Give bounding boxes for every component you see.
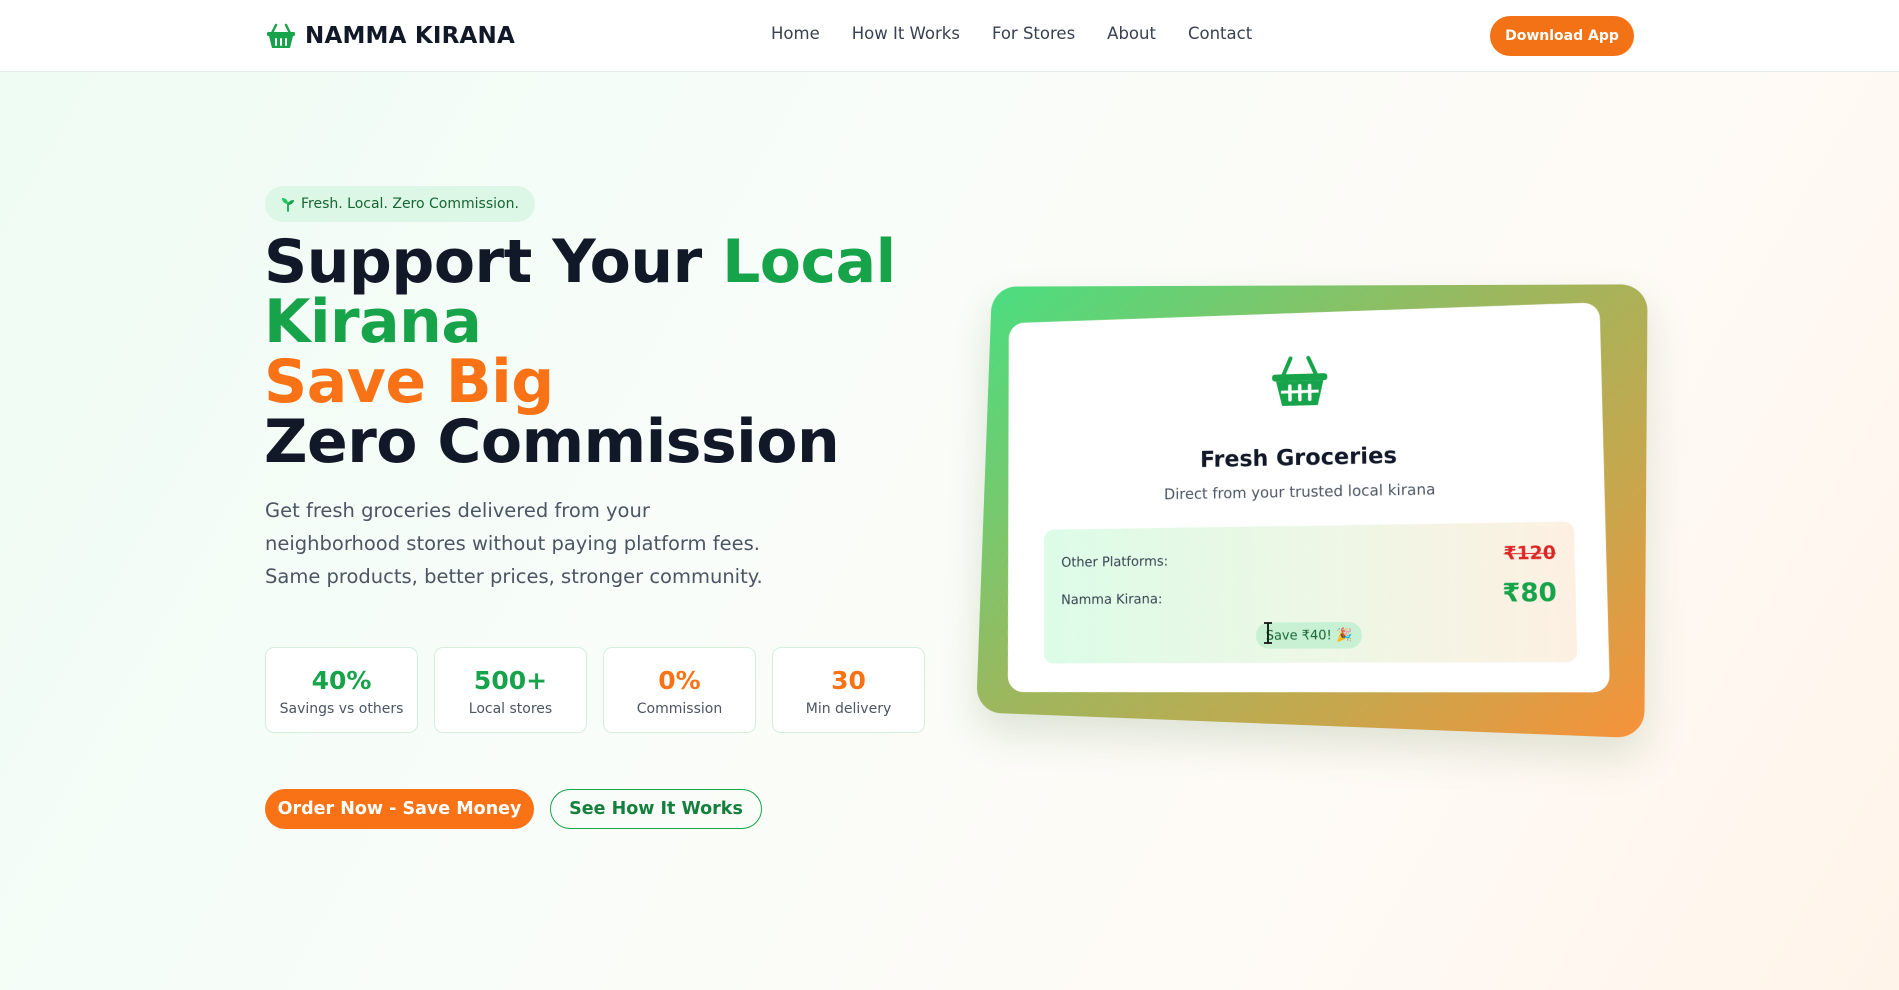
hero-subtitle: Get fresh groceries delivered from your … — [265, 499, 763, 588]
namma-kirana-label: Namma Kirana: — [1061, 591, 1163, 609]
stat-value: 30 — [831, 666, 866, 695]
stat-label: Local stores — [468, 701, 553, 717]
hero-tag: Fresh. Local. Zero Commission. — [265, 186, 535, 222]
stat-value: 0% — [658, 666, 701, 695]
headline-local: Local — [722, 227, 896, 297]
stat-card-savings: 40% Savings vs others — [265, 647, 418, 733]
brand-logo[interactable]: NAMMA KIRANA — [265, 20, 515, 52]
card-title: Fresh Groceries — [1199, 442, 1398, 474]
stat-label: Min delivery — [805, 701, 892, 717]
headline-zero-commission: Zero Commission — [264, 407, 840, 477]
brand-name: NAMMA KIRANA — [305, 23, 515, 49]
order-now-button[interactable]: Order Now - Save Money — [265, 789, 534, 829]
stat-value: 40% — [311, 666, 372, 695]
stat-card-stores: 500+ Local stores — [434, 647, 587, 733]
nav-link-how-it-works[interactable]: How It Works — [852, 24, 960, 43]
main-nav: Home How It Works For Stores About Conta… — [771, 24, 1284, 43]
stat-value: 500+ — [473, 666, 548, 695]
stat-label: Savings vs others — [279, 701, 404, 717]
hero-tag-text: Fresh. Local. Zero Commission. — [301, 196, 519, 212]
stat-card-delivery: 30 Min delivery — [772, 647, 925, 733]
hero-card-frame: Fresh Groceries Direct from your trusted… — [976, 284, 1648, 739]
other-platforms-price: ₹120 — [1503, 542, 1557, 565]
namma-kirana-price: ₹80 — [1502, 577, 1558, 608]
nav-link-home[interactable]: Home — [771, 24, 820, 43]
shopping-basket-icon — [1272, 353, 1328, 410]
nav-link-contact[interactable]: Contact — [1188, 24, 1252, 43]
shopping-basket-icon — [267, 23, 295, 48]
other-platforms-label: Other Platforms: — [1061, 553, 1169, 571]
stat-label: Commission — [636, 701, 723, 717]
price-comparison: Other Platforms: ₹120 Namma Kirana: ₹80 … — [1044, 521, 1578, 664]
groceries-card: Fresh Groceries Direct from your trusted… — [1007, 302, 1610, 693]
see-how-it-works-button[interactable]: See How It Works — [550, 789, 762, 829]
text-cursor-icon — [1264, 622, 1272, 644]
stat-card-commission: 0% Commission — [603, 647, 756, 733]
navbar: NAMMA KIRANA Home How It Works For Store… — [0, 0, 1899, 72]
nav-link-for-stores[interactable]: For Stores — [992, 24, 1075, 43]
card-subtitle: Direct from your trusted local kirana — [1164, 480, 1436, 504]
download-app-button[interactable]: Download App — [1490, 16, 1634, 56]
nav-link-about[interactable]: About — [1107, 24, 1156, 43]
sprout-icon — [282, 198, 294, 212]
hero-headline: Support Your Local Kirana Save Big Zero … — [264, 232, 896, 472]
